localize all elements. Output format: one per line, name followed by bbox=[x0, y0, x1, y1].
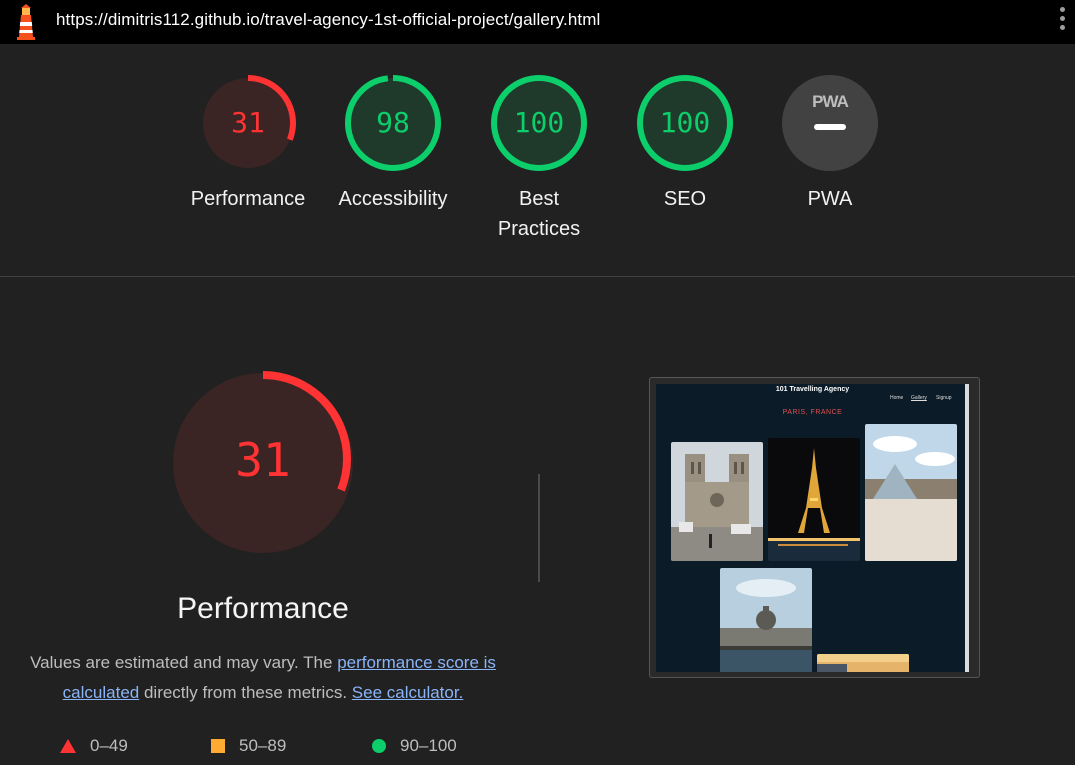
score-gauges: 31 Performance 98 Accessibility 100 Best… bbox=[0, 44, 1075, 276]
legend-average: 50–89 bbox=[211, 736, 286, 756]
gauge-accessibility[interactable]: 98 Accessibility bbox=[323, 74, 463, 214]
gauge-label: Accessibility bbox=[338, 188, 448, 210]
notre-dame-photo bbox=[671, 442, 763, 561]
score-legend: 0–49 50–89 90–100 bbox=[0, 736, 600, 758]
see-calculator-link[interactable]: See calculator. bbox=[352, 683, 464, 702]
gauge-seo[interactable]: 100 SEO bbox=[615, 74, 755, 214]
triangle-icon bbox=[60, 739, 76, 753]
gauge-performance[interactable]: 31 Performance bbox=[178, 74, 318, 214]
gauge-seo-ring: 100 bbox=[637, 75, 733, 171]
gauge-score: 100 bbox=[660, 106, 711, 139]
screenshot-nav-item: Signup bbox=[936, 395, 952, 401]
gauge-best-practices[interactable]: 100 Best Practices bbox=[469, 74, 609, 244]
report-url[interactable]: https://dimitris112.github.io/travel-age… bbox=[56, 10, 600, 30]
eiffel-tower-photo bbox=[768, 438, 860, 561]
final-screenshot-image: 101 Travelling Agency Home Gallery Signu… bbox=[656, 384, 969, 672]
legend-pass: 90–100 bbox=[372, 736, 457, 756]
screenshot-nav-item: Gallery bbox=[911, 395, 927, 401]
section-divider bbox=[0, 276, 1075, 277]
screenshot-city: PARIS, FRANCE bbox=[782, 409, 843, 416]
gauge-performance-ring: 31 bbox=[200, 75, 296, 171]
pwa-icon: PWA bbox=[782, 75, 878, 171]
gauge-label: Best Practices bbox=[497, 188, 581, 240]
performance-title: Performance bbox=[177, 592, 349, 625]
gauge-label: Performance bbox=[190, 188, 306, 210]
screenshot-nav-item: Home bbox=[890, 395, 904, 401]
gauge-best-practices-ring: 100 bbox=[491, 75, 587, 171]
legend-range: 90–100 bbox=[400, 736, 457, 755]
gauge-label: PWA bbox=[807, 188, 853, 210]
desc-text: directly from these metrics. bbox=[139, 683, 352, 702]
performance-big-score: 31 bbox=[235, 433, 290, 487]
performance-description: Values are estimated and may vary. The p… bbox=[20, 648, 506, 708]
report-url-bar: https://dimitris112.github.io/travel-age… bbox=[0, 0, 1075, 44]
circle-icon bbox=[372, 739, 386, 753]
screenshot-brand: 101 Travelling Agency bbox=[775, 386, 850, 393]
lighthouse-icon bbox=[17, 4, 35, 40]
desc-text: Values are estimated and may vary. The bbox=[30, 653, 338, 672]
sunset-photo bbox=[817, 654, 909, 672]
gauge-score: 31 bbox=[231, 106, 265, 139]
vertical-divider bbox=[538, 474, 540, 582]
gauge-score: 100 bbox=[514, 106, 565, 139]
kebab-menu-icon[interactable] bbox=[1055, 7, 1069, 37]
screenshot-scrollbar bbox=[965, 384, 969, 672]
gauge-pwa[interactable]: PWA PWA bbox=[760, 74, 900, 214]
gauge-score: 98 bbox=[376, 106, 410, 139]
legend-fail: 0–49 bbox=[60, 736, 128, 756]
svg-text:PWA: PWA bbox=[812, 92, 848, 111]
gauge-accessibility-ring: 98 bbox=[345, 75, 441, 171]
final-screenshot[interactable]: 101 Travelling Agency Home Gallery Signu… bbox=[649, 377, 980, 678]
performance-big-gauge: 31 bbox=[173, 371, 353, 553]
institut-de-france-photo bbox=[720, 568, 812, 672]
square-icon bbox=[211, 739, 225, 753]
louvre-pyramid-photo bbox=[865, 424, 957, 561]
legend-range: 0–49 bbox=[90, 736, 128, 755]
gauge-label: SEO bbox=[663, 188, 707, 210]
legend-range: 50–89 bbox=[239, 736, 287, 755]
